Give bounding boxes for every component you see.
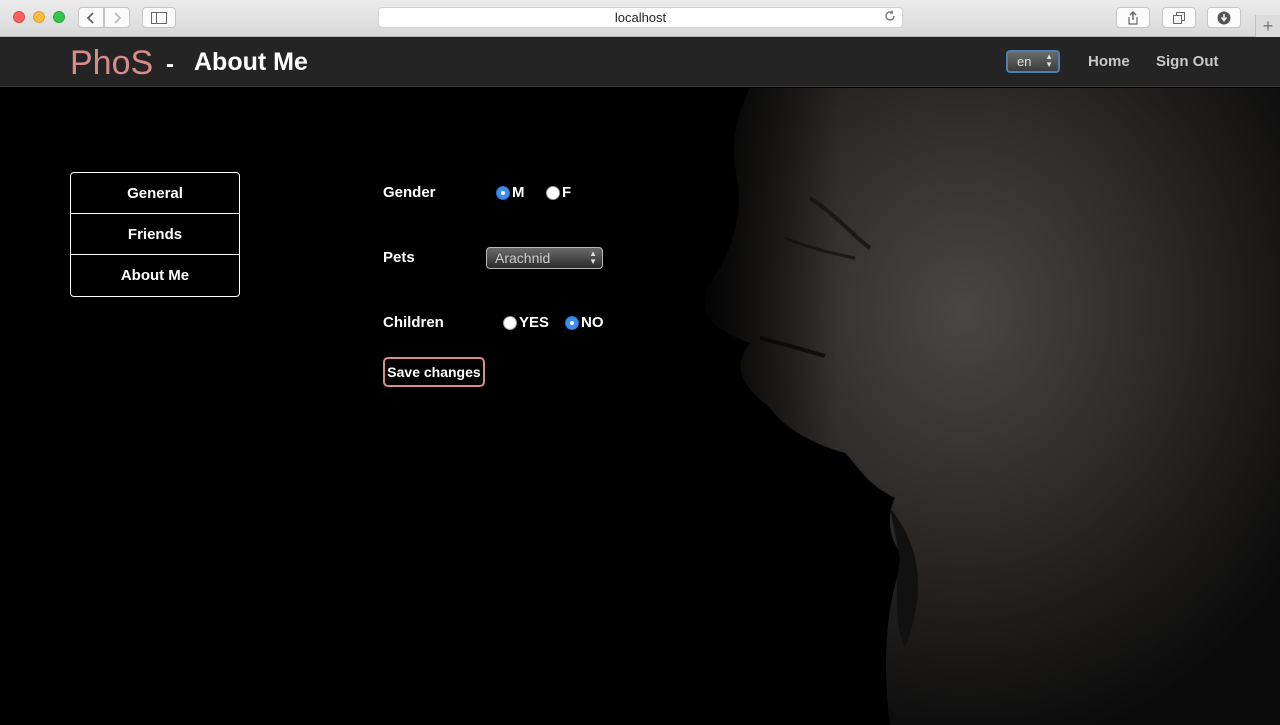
background-photo (690, 88, 1280, 725)
brand-logo[interactable]: PhoS (70, 44, 153, 83)
title-separator: - (166, 51, 174, 78)
gender-m-radio[interactable] (496, 186, 510, 200)
share-button[interactable] (1116, 7, 1150, 28)
sidebar-icon (151, 11, 167, 24)
nav-home-link[interactable]: Home (1088, 53, 1130, 70)
reload-icon[interactable] (884, 10, 896, 25)
show-tabs-button[interactable] (1162, 7, 1196, 28)
app-header: PhoS - About Me en ▲ ▼ Home Sign Out (0, 37, 1280, 87)
select-arrows-icon: ▲ ▼ (1045, 52, 1053, 69)
share-icon (1128, 10, 1138, 25)
downloads-button[interactable] (1207, 7, 1241, 28)
page-title: About Me (194, 48, 308, 76)
gender-f-label[interactable]: F (562, 184, 571, 201)
main-content: General Friends About Me Gender M F Pets… (0, 88, 1280, 725)
gender-label: Gender (383, 184, 436, 201)
back-button[interactable] (78, 7, 104, 28)
pets-label: Pets (383, 249, 415, 266)
url-text: localhost (614, 10, 667, 25)
language-value: en (1017, 54, 1032, 69)
children-label: Children (383, 314, 444, 331)
back-icon (86, 11, 94, 24)
minimize-window-button[interactable] (33, 11, 45, 23)
address-bar[interactable]: localhost (378, 7, 903, 28)
download-icon (1217, 11, 1231, 24)
children-no-label[interactable]: NO (581, 314, 604, 331)
sidebar-toggle-button[interactable] (142, 7, 176, 28)
gender-m-label[interactable]: M (512, 184, 525, 201)
sidebar-item-about-me[interactable]: About Me (71, 255, 239, 296)
children-yes-label[interactable]: YES (519, 314, 549, 331)
new-tab-button[interactable]: + (1255, 15, 1280, 37)
save-changes-button[interactable]: Save changes (383, 357, 485, 387)
nav-sign-out-link[interactable]: Sign Out (1156, 53, 1219, 70)
gender-f-radio[interactable] (546, 186, 560, 200)
children-yes-radio[interactable] (503, 316, 517, 330)
profile-sidebar: General Friends About Me (70, 172, 240, 297)
close-window-button[interactable] (13, 11, 25, 23)
sidebar-item-general[interactable]: General (71, 173, 239, 214)
zoom-window-button[interactable] (53, 11, 65, 23)
browser-toolbar: localhost + (0, 0, 1280, 37)
pets-value: Arachnid (495, 250, 551, 266)
sidebar-item-friends[interactable]: Friends (71, 214, 239, 255)
pets-select[interactable]: Arachnid ▲ ▼ (486, 247, 603, 269)
children-no-radio[interactable] (565, 316, 579, 330)
select-arrows-icon: ▲ ▼ (589, 249, 597, 266)
forward-button[interactable] (104, 7, 130, 28)
tabs-icon (1173, 11, 1185, 24)
forward-icon (114, 11, 122, 24)
language-select[interactable]: en ▲ ▼ (1006, 50, 1060, 73)
